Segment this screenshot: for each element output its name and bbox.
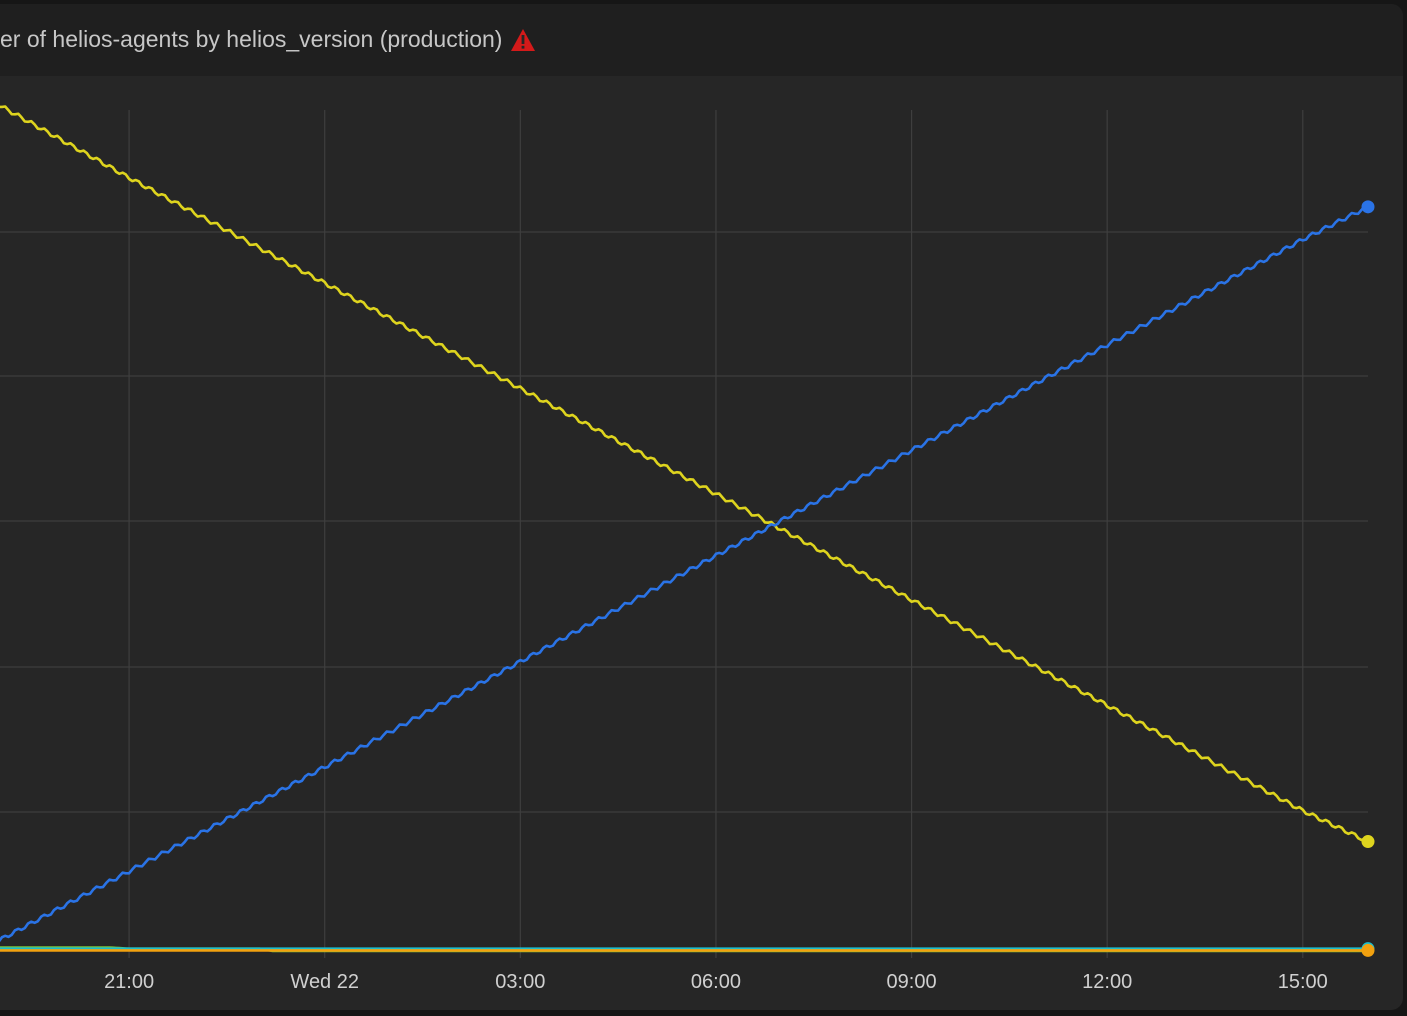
series-layer	[0, 105, 1375, 957]
series-end-point[interactable]	[1361, 835, 1375, 849]
line-chart: 21:00 Wed 22 03:00 06:00 09:00 12:00 15:00	[0, 105, 1375, 993]
x-tick-label: 15:00	[1278, 971, 1328, 993]
series-line[interactable]	[0, 205, 1369, 943]
series-end-point[interactable]	[1361, 200, 1375, 214]
x-tick-label: 06:00	[691, 971, 741, 993]
x-tick-label: 03:00	[495, 971, 545, 993]
x-tick-label: 21:00	[104, 971, 154, 993]
x-tick-label: Wed 22	[290, 971, 359, 993]
x-axis-ticks: 21:00 Wed 22 03:00 06:00 09:00 12:00 15:00	[104, 971, 1328, 993]
x-tick-label: 09:00	[887, 971, 937, 993]
x-tick-label: 12:00	[1082, 971, 1132, 993]
series-line[interactable]	[0, 105, 1369, 843]
series-end-point[interactable]	[1361, 943, 1375, 957]
